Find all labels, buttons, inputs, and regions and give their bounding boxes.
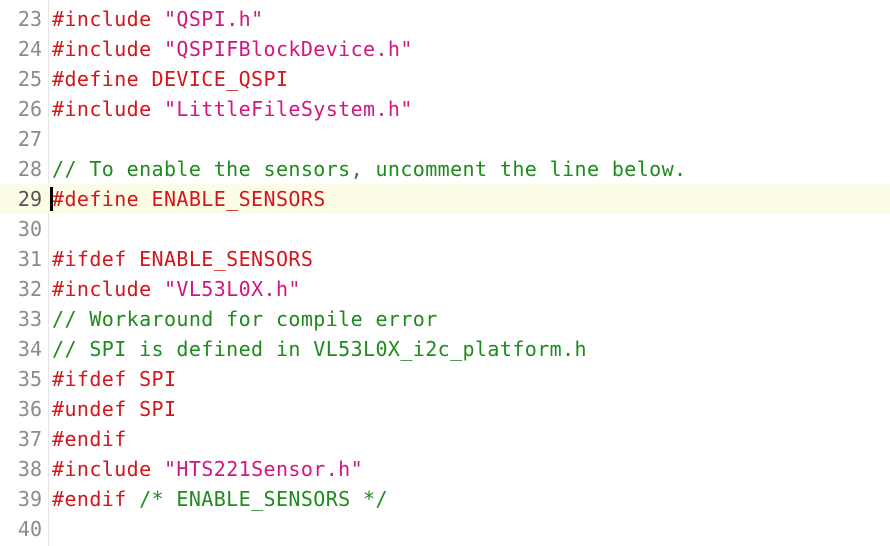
code-line[interactable]: 35 #ifdef SPI: [0, 364, 890, 394]
code-line[interactable]: 28 // To enable the sensors, uncomment th…: [0, 154, 890, 184]
line-number[interactable]: 23: [0, 4, 42, 34]
code-text[interactable]: #include "HTS221Sensor.h": [52, 454, 363, 484]
code-line[interactable]: 31 #ifdef ENABLE_SENSORS: [0, 244, 890, 274]
code-line[interactable]: 29 #define ENABLE_SENSORS: [0, 184, 890, 214]
line-number[interactable]: 30: [0, 214, 42, 244]
line-number[interactable]: 25: [0, 64, 42, 94]
code-line[interactable]: 26 #include "LittleFileSystem.h": [0, 94, 890, 124]
code-line[interactable]: 39 #endif /* ENABLE_SENSORS */: [0, 484, 890, 514]
code-line[interactable]: 25 #define DEVICE_QSPI: [0, 64, 890, 94]
line-number[interactable]: 29: [0, 184, 42, 214]
code-text[interactable]: #define ENABLE_SENSORS: [52, 184, 326, 214]
code-token-directive: #include: [52, 277, 164, 301]
code-editor[interactable]: 23 #include "QSPI.h" 24 #include "QSPIFBloc…: [0, 0, 890, 546]
code-token-comment: // To enable the sensors, uncomment the …: [52, 157, 687, 181]
line-number[interactable]: 39: [0, 484, 42, 514]
line-number[interactable]: 37: [0, 424, 42, 454]
code-line[interactable]: 24 #include "QSPIFBlockDevice.h": [0, 34, 890, 64]
code-text[interactable]: #include "QSPI.h": [52, 4, 264, 34]
line-number[interactable]: 31: [0, 244, 42, 274]
code-token-string: "LittleFileSystem.h": [163, 97, 413, 121]
code-token-directive: #define DEVICE_QSPI: [52, 67, 289, 91]
code-text[interactable]: #ifdef SPI: [52, 364, 176, 394]
line-number[interactable]: 27: [0, 124, 42, 154]
line-number[interactable]: 28: [0, 154, 42, 184]
line-number[interactable]: 40: [0, 514, 42, 544]
code-text[interactable]: // To enable the sensors, uncomment the …: [52, 154, 687, 184]
line-number[interactable]: 26: [0, 94, 42, 124]
code-token-comment: /* ENABLE_SENSORS */: [139, 487, 388, 511]
code-token-comment: // SPI is defined in VL53L0X_i2c_platfor…: [52, 337, 587, 361]
code-line[interactable]: 34 // SPI is defined in VL53L0X_i2c_platf…: [0, 334, 890, 364]
code-line[interactable]: 30: [0, 214, 890, 244]
code-token-directive: #include: [52, 97, 164, 121]
code-token-directive: #include: [52, 37, 164, 61]
code-line[interactable]: 38 #include "HTS221Sensor.h": [0, 454, 890, 484]
code-token-directive: #define ENABLE_SENSORS: [52, 187, 326, 211]
line-number[interactable]: 38: [0, 454, 42, 484]
line-number[interactable]: 32: [0, 274, 42, 304]
code-text[interactable]: // Workaround for compile error: [52, 304, 438, 334]
code-token-string: "QSPIFBlockDevice.h": [163, 37, 413, 61]
code-token-directive: #include: [52, 7, 164, 31]
code-line[interactable]: 23 #include "QSPI.h": [0, 4, 890, 34]
code-token-string: "HTS221Sensor.h": [163, 457, 364, 481]
code-token-directive: #undef SPI: [52, 397, 177, 421]
code-text[interactable]: #undef SPI: [52, 394, 176, 424]
code-text[interactable]: #include "VL53L0X.h": [52, 274, 301, 304]
code-token-string: "QSPI.h": [163, 7, 264, 31]
code-line[interactable]: 37 #endif: [0, 424, 890, 454]
code-text[interactable]: #define DEVICE_QSPI: [52, 64, 288, 94]
code-text[interactable]: #endif: [52, 424, 127, 454]
code-token-directive: #include: [52, 457, 164, 481]
line-number[interactable]: 24: [0, 34, 42, 64]
code-text[interactable]: #include "LittleFileSystem.h": [52, 94, 413, 124]
code-token-comment: // Workaround for compile error: [52, 307, 438, 331]
code-text[interactable]: #include "QSPIFBlockDevice.h": [52, 34, 413, 64]
code-text[interactable]: // SPI is defined in VL53L0X_i2c_platfor…: [52, 334, 587, 364]
line-number[interactable]: 35: [0, 364, 42, 394]
code-line[interactable]: 27: [0, 124, 890, 154]
code-line[interactable]: 40: [0, 514, 890, 544]
code-text[interactable]: #ifdef ENABLE_SENSORS: [52, 244, 313, 274]
line-number[interactable]: 36: [0, 394, 42, 424]
code-line[interactable]: 33 // Workaround for compile error: [0, 304, 890, 334]
text-cursor: [50, 187, 53, 211]
code-token-directive: #endif: [52, 427, 127, 451]
line-number[interactable]: 34: [0, 334, 42, 364]
line-number[interactable]: 33: [0, 304, 42, 334]
code-token-directive: #ifdef SPI: [52, 367, 177, 391]
code-token-string: "VL53L0X.h": [163, 277, 301, 301]
code-token-directive: #endif: [52, 487, 140, 511]
code-token-directive: #ifdef ENABLE_SENSORS: [52, 247, 314, 271]
code-line[interactable]: 36 #undef SPI: [0, 394, 890, 424]
code-text[interactable]: #endif /* ENABLE_SENSORS */: [52, 484, 388, 514]
code-lines[interactable]: 23 #include "QSPI.h" 24 #include "QSPIFBloc…: [0, 4, 890, 544]
code-line[interactable]: 32 #include "VL53L0X.h": [0, 274, 890, 304]
